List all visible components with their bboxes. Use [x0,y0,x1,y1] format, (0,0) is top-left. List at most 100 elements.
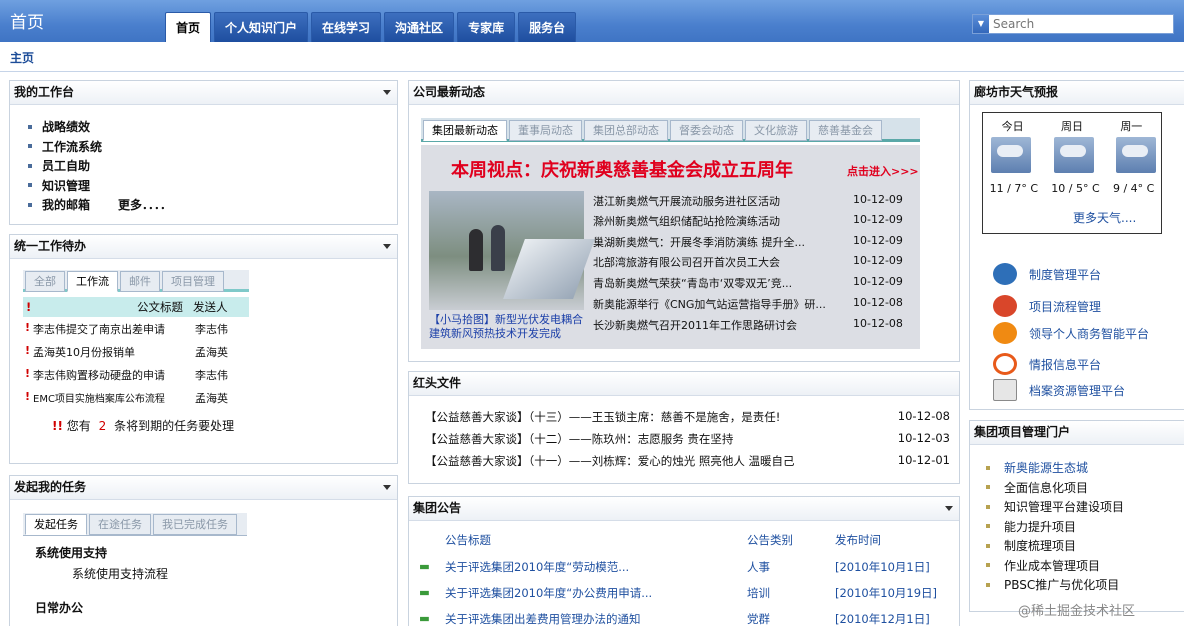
tasks-tab-start[interactable]: 发起任务 [25,514,87,535]
news-item-date: 10-12-08 [853,296,903,309]
todo-row[interactable]: ! EMC项目实施档案库公布流程 孟海英 [25,390,255,413]
news-item[interactable]: 湛江新奥燃气开展流动服务进社区活动 10-12-09 [593,193,913,213]
project-item[interactable]: 作业成本管理项目 [986,556,1124,576]
workbench-item[interactable]: 工作流系统 [28,137,397,157]
todo-tab-mail[interactable]: 邮件 [120,271,160,292]
news-tab-group[interactable]: 集团最新动态 [423,120,507,141]
search-scope-dropdown[interactable]: ▼ [973,15,989,33]
workbench-title: 我的工作台 [14,85,75,99]
platform-link[interactable]: 项目流程管理 [993,295,1101,317]
platform-link[interactable]: 情报信息平台 [993,353,1101,375]
bullet-icon [28,163,32,168]
platform-link[interactable]: 档案资源管理平台 [993,379,1125,401]
news-item[interactable]: 巢湖新奥燃气：开展冬季消防演练 提升全... 10-12-09 [593,234,913,254]
todo-notice-count[interactable]: 2 [99,419,107,433]
collapse-arrow-icon[interactable] [945,506,953,511]
notice-type: 培训 [747,586,770,600]
news-item-date: 10-12-09 [853,213,903,226]
workbench-item-label: 员工自助 [42,159,91,174]
workbench-panel: 我的工作台 战略绩效 工作流系统 员工自助 知识管理 我的邮箱 更多．．．． [9,80,398,225]
breadcrumb-bar: 主页 [0,42,1184,72]
tasks-title: 发起我的任务 [14,480,87,494]
ring-icon [993,353,1017,375]
bullet-icon [986,563,990,568]
notices-panel: 集团公告 公告标题 公告类别 发布时间 ▬ 关于评选集团2010年度“劳动模范..… [408,496,960,626]
project-label: 作业成本管理项目 [1004,558,1101,573]
news-header: 公司最新动态 [409,81,959,105]
tab-home[interactable]: 首页 [165,12,212,42]
workbench-item[interactable]: 知识管理 [28,176,397,196]
news-photo[interactable] [429,191,595,310]
tasks-tabs: 发起任务 在途任务 我已完成任务 [23,513,247,535]
breadcrumb[interactable]: 主页 [10,49,34,66]
more-link[interactable]: 更多．．．． [118,196,172,213]
workbench-item[interactable]: 员工自助 [28,156,397,176]
platform-link[interactable]: 领导个人商务智能平台 [993,322,1149,344]
news-banner-link[interactable]: 点击进入>>> [847,163,919,179]
redhead-item-date: 10-12-08 [897,409,950,423]
tasks-tab-in-progress[interactable]: 在途任务 [89,514,151,535]
project-item[interactable]: 全面信息化项目 [986,478,1124,498]
news-item[interactable]: 北部湾旅游有限公司召开首次员工大会 10-12-09 [593,254,913,274]
todo-row[interactable]: ! 李志伟提交了南京出差申请 李志伟 [25,321,255,344]
redhead-item[interactable]: 【公益慈善大家谈】（十三）——王玉锁主席：慈善不是施舍，是责任! 10-12-08 [425,409,950,425]
weather-more-link[interactable]: 更多天气.... [1073,209,1136,226]
tasks-item[interactable]: 系统使用支持流程 [72,565,168,582]
projects-title: 集团项目管理门户 [974,425,1071,439]
collapse-arrow-icon[interactable] [383,485,391,490]
news-item[interactable]: 长沙新奥燃气召开2011年工作思路研讨会 10-12-08 [593,317,913,337]
news-item-date: 10-12-09 [853,275,903,288]
news-item[interactable]: 新奥能源举行《CNG加气站运营指导手册》研... 10-12-08 [593,296,913,316]
tab-community[interactable]: 沟通社区 [384,12,455,42]
todo-row[interactable]: ! 李志伟购置移动硬盘的申请 李志伟 [25,367,255,390]
workbench-item[interactable]: 战略绩效 [28,117,397,137]
projects-header: 集团项目管理门户 [970,421,1184,445]
todo-tab-workflow[interactable]: 工作流 [67,271,118,292]
platform-link[interactable]: 制度管理平台 [993,263,1101,285]
project-item[interactable]: PBSC推广与优化项目 [986,575,1124,595]
weather-days: 今日 周日 周一 [983,118,1161,134]
news-banner[interactable]: 本周视点：庆祝新奥慈善基金会成立五周年 [451,156,793,182]
news-photo-caption[interactable]: 【小马拾图】新型光伏发电耦合建筑新风预热技术开发完成 [429,313,589,341]
archive-icon [993,379,1017,401]
tab-online-learning[interactable]: 在线学习 [311,12,382,42]
notice-row[interactable]: ▬ 关于评选集团2010年度“办公费用申请... 培训 [2010年10月19日] [419,585,949,611]
redhead-item[interactable]: 【公益慈善大家谈】（十一）——刘栋辉：爱心的烛光 照亮他人 温暖自己 10-12-… [425,453,950,469]
tasks-header: 发起我的任务 [10,476,397,500]
chart-icon [993,322,1017,344]
notice-row[interactable]: ▬ 关于评选集团出差费用管理办法的通知 党群 [2010年12月1日] [419,611,949,626]
notice-type: 人事 [747,560,770,574]
project-item[interactable]: 制度梳理项目 [986,536,1124,556]
tasks-tab-done[interactable]: 我已完成任务 [153,514,237,535]
news-tab-charity[interactable]: 慈善基金会 [809,120,882,141]
collapse-arrow-icon[interactable] [383,90,391,95]
weather-box: 今日 周日 周一 11 / 7° C 10 / 5° C 9 / 4° C 更多… [982,112,1162,234]
tasks-panel: 发起我的任务 发起任务 在途任务 我已完成任务 系统使用支持 系统使用支持流程 … [9,475,398,626]
weather-temp: 9 / 4° C [1112,182,1155,195]
project-item[interactable]: 知识管理平台建设项目 [986,497,1124,517]
todo-tab-all[interactable]: 全部 [25,271,65,292]
collapse-arrow-icon[interactable] [383,244,391,249]
todo-row[interactable]: ! 孟海英10月份报销单 孟海英 [25,344,255,367]
globe-icon [993,263,1017,285]
notice-time: [2010年10月1日] [835,560,930,574]
tab-personal-portal[interactable]: 个人知识门户 [214,12,309,42]
tab-experts[interactable]: 专家库 [457,12,516,42]
workbench-item[interactable]: 我的邮箱 更多．．．． [28,195,397,215]
todo-rows: ! 李志伟提交了南京出差申请 李志伟 ! 孟海英10月份报销单 孟海英 ! 李志伟购置移动… [25,321,255,413]
news-tab-hq[interactable]: 集团总部动态 [584,120,668,141]
weather-day-label: 周一 [1120,120,1143,133]
redhead-item[interactable]: 【公益慈善大家谈】（十二）——陈玖州：志愿服务 贵在坚持 10-12-03 [425,431,950,447]
tab-service-desk[interactable]: 服务台 [518,12,577,42]
notice-row[interactable]: ▬ 关于评选集团2010年度“劳动模范... 人事 [2010年10月1日] [419,559,949,585]
news-tab-supervisory[interactable]: 督委会动态 [670,120,743,141]
news-item[interactable]: 青岛新奥燃气荣获“青岛市‘双零双无’竞... 10-12-09 [593,275,913,295]
search-input[interactable] [989,15,1173,33]
news-item-date: 10-12-09 [853,254,903,267]
news-tab-board[interactable]: 董事局动态 [509,120,582,141]
project-item[interactable]: 新奥能源生态城 [986,458,1124,478]
news-tab-culture[interactable]: 文化旅游 [745,120,807,141]
todo-tab-project[interactable]: 项目管理 [162,271,224,292]
news-item[interactable]: 滁州新奥燃气组织储配站抢险演练活动 10-12-09 [593,213,913,233]
project-item[interactable]: 能力提升项目 [986,517,1124,537]
